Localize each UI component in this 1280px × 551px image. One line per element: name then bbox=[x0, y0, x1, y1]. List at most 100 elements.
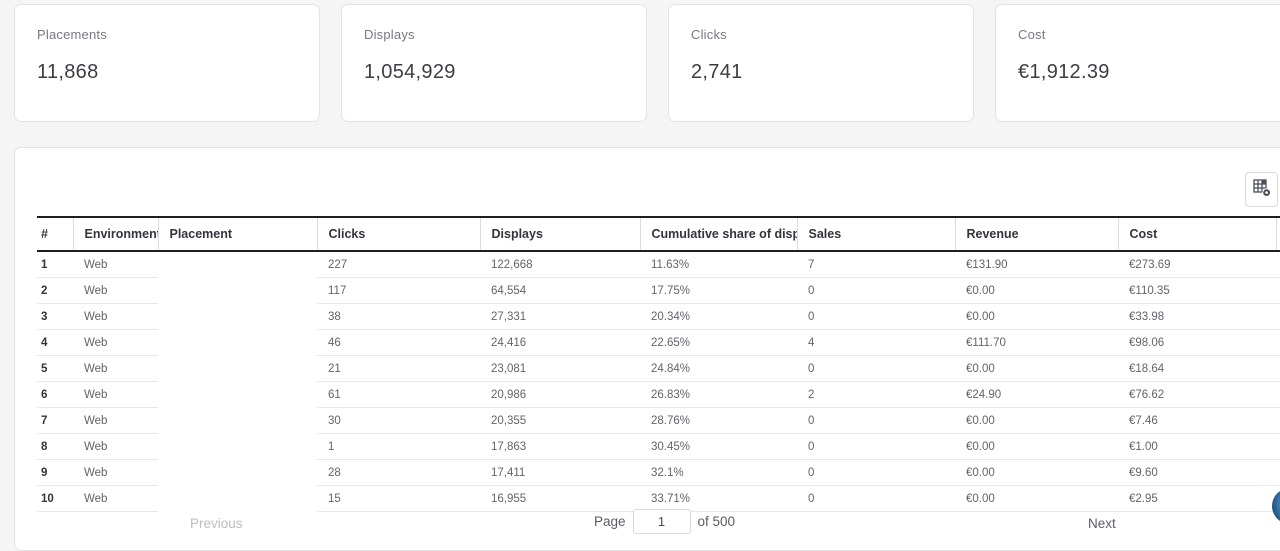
col-header-environment[interactable]: Environment bbox=[73, 217, 158, 251]
cell-displays: 24,416 bbox=[480, 330, 640, 356]
cell-cost: €1.00 bbox=[1118, 434, 1276, 460]
cell-sales: 0 bbox=[797, 460, 955, 486]
col-header-sales[interactable]: Sales bbox=[797, 217, 955, 251]
table-row: 10 Web 15 16,955 33.71% 0 €0.00 €2.95 bbox=[37, 486, 1280, 512]
row-index: 7 bbox=[37, 408, 73, 434]
cell-filler bbox=[1276, 304, 1280, 330]
col-header-clicks[interactable]: Clicks bbox=[317, 217, 480, 251]
cell-cost: €33.98 bbox=[1118, 304, 1276, 330]
cell-displays: 23,081 bbox=[480, 356, 640, 382]
cell-placement bbox=[158, 460, 317, 486]
row-index: 3 bbox=[37, 304, 73, 330]
cell-displays: 20,355 bbox=[480, 408, 640, 434]
page-label: Page bbox=[594, 514, 626, 529]
cell-clicks: 61 bbox=[317, 382, 480, 408]
cell-cost: €110.35 bbox=[1118, 278, 1276, 304]
row-index: 8 bbox=[37, 434, 73, 460]
cell-environment: Web bbox=[73, 278, 158, 304]
cell-filler bbox=[1276, 434, 1280, 460]
cell-sales: 4 bbox=[797, 330, 955, 356]
cell-cumulative-share: 22.65% bbox=[640, 330, 797, 356]
cell-cost: €18.64 bbox=[1118, 356, 1276, 382]
cell-environment: Web bbox=[73, 251, 158, 278]
col-header-cost[interactable]: Cost bbox=[1118, 217, 1276, 251]
cell-displays: 17,863 bbox=[480, 434, 640, 460]
cell-displays: 27,331 bbox=[480, 304, 640, 330]
row-index: 4 bbox=[37, 330, 73, 356]
col-header-placement[interactable]: Placement bbox=[158, 217, 317, 251]
cell-placement bbox=[158, 434, 317, 460]
table-row: 6 Web 61 20,986 26.83% 2 €24.90 €76.62 bbox=[37, 382, 1280, 408]
cell-revenue: €131.90 bbox=[955, 251, 1118, 278]
cell-clicks: 30 bbox=[317, 408, 480, 434]
cell-filler bbox=[1276, 330, 1280, 356]
row-index: 6 bbox=[37, 382, 73, 408]
cell-cost: €76.62 bbox=[1118, 382, 1276, 408]
table-row: 9 Web 28 17,411 32.1% 0 €0.00 €9.60 bbox=[37, 460, 1280, 486]
col-header-revenue[interactable]: Revenue bbox=[955, 217, 1118, 251]
table-settings-button[interactable] bbox=[1245, 172, 1278, 207]
cell-revenue: €0.00 bbox=[955, 304, 1118, 330]
cell-sales: 0 bbox=[797, 434, 955, 460]
cell-cumulative-share: 11.63% bbox=[640, 251, 797, 278]
cell-clicks: 21 bbox=[317, 356, 480, 382]
table-row: 5 Web 21 23,081 24.84% 0 €0.00 €18.64 bbox=[37, 356, 1280, 382]
col-header-index[interactable]: # bbox=[37, 217, 73, 251]
cell-cost: €7.46 bbox=[1118, 408, 1276, 434]
cell-cumulative-share: 20.34% bbox=[640, 304, 797, 330]
cell-revenue: €0.00 bbox=[955, 278, 1118, 304]
cell-revenue: €0.00 bbox=[955, 460, 1118, 486]
cell-filler bbox=[1276, 460, 1280, 486]
cell-cumulative-share: 26.83% bbox=[640, 382, 797, 408]
cell-cumulative-share: 24.84% bbox=[640, 356, 797, 382]
stat-card-displays: Displays 1,054,929 bbox=[341, 4, 647, 122]
cell-clicks: 117 bbox=[317, 278, 480, 304]
row-index: 9 bbox=[37, 460, 73, 486]
cell-placement bbox=[158, 278, 317, 304]
cell-revenue: €24.90 bbox=[955, 382, 1118, 408]
cell-placement bbox=[158, 330, 317, 356]
cell-cost: €9.60 bbox=[1118, 460, 1276, 486]
cell-clicks: 46 bbox=[317, 330, 480, 356]
stat-value: €1,912.39 bbox=[1018, 61, 1278, 84]
cell-displays: 17,411 bbox=[480, 460, 640, 486]
cell-sales: 0 bbox=[797, 278, 955, 304]
cell-sales: 2 bbox=[797, 382, 955, 408]
cell-environment: Web bbox=[73, 382, 158, 408]
cell-sales: 0 bbox=[797, 486, 955, 512]
cell-placement bbox=[158, 408, 317, 434]
stat-card-cost: Cost €1,912.39 bbox=[995, 4, 1280, 122]
cell-environment: Web bbox=[73, 408, 158, 434]
total-pages-label: of 500 bbox=[698, 514, 736, 529]
cell-sales: 0 bbox=[797, 408, 955, 434]
previous-page-button[interactable]: Previous bbox=[190, 516, 243, 531]
table-row: 7 Web 30 20,355 28.76% 0 €0.00 €7.46 bbox=[37, 408, 1280, 434]
cell-environment: Web bbox=[73, 356, 158, 382]
cell-filler bbox=[1276, 251, 1280, 278]
stat-label: Displays bbox=[364, 27, 624, 42]
table-row: 3 Web 38 27,331 20.34% 0 €0.00 €33.98 bbox=[37, 304, 1280, 330]
table-row: 2 Web 117 64,554 17.75% 0 €0.00 €110.35 bbox=[37, 278, 1280, 304]
cell-clicks: 28 bbox=[317, 460, 480, 486]
placements-table: # Environment Placement Clicks Displays … bbox=[37, 216, 1280, 512]
cell-filler bbox=[1276, 382, 1280, 408]
table-row: 1 Web 227 122,668 11.63% 7 €131.90 €273.… bbox=[37, 251, 1280, 278]
cell-revenue: €0.00 bbox=[955, 486, 1118, 512]
cell-environment: Web bbox=[73, 460, 158, 486]
cell-displays: 122,668 bbox=[480, 251, 640, 278]
page-input[interactable] bbox=[633, 509, 691, 534]
row-index: 10 bbox=[37, 486, 73, 512]
table-settings-icon bbox=[1252, 178, 1272, 201]
col-header-cumulative-share[interactable]: Cumulative share of displays bbox=[640, 217, 797, 251]
table-row: 4 Web 46 24,416 22.65% 4 €111.70 €98.06 bbox=[37, 330, 1280, 356]
cell-placement bbox=[158, 304, 317, 330]
row-index: 5 bbox=[37, 356, 73, 382]
stat-value: 1,054,929 bbox=[364, 61, 624, 84]
col-header-displays[interactable]: Displays bbox=[480, 217, 640, 251]
cell-filler bbox=[1276, 356, 1280, 382]
stat-value: 11,868 bbox=[37, 61, 297, 84]
cell-cost: €98.06 bbox=[1118, 330, 1276, 356]
cell-displays: 64,554 bbox=[480, 278, 640, 304]
cell-cumulative-share: 28.76% bbox=[640, 408, 797, 434]
next-page-button[interactable]: Next bbox=[1088, 516, 1116, 531]
